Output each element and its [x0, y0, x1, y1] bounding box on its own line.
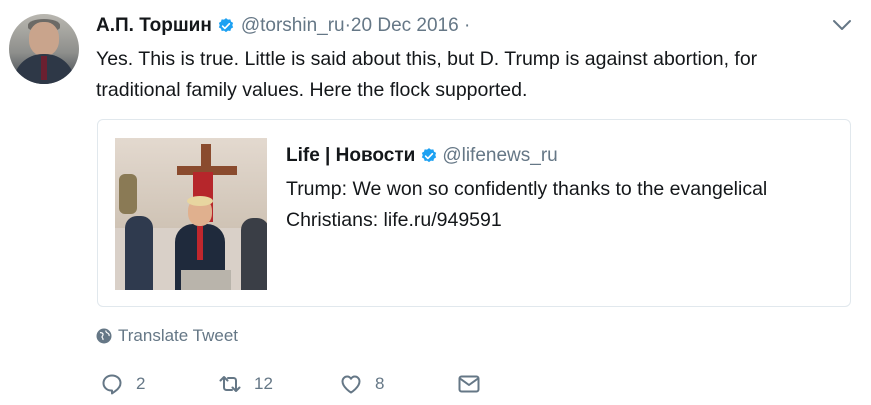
like-button[interactable]: 8 [339, 372, 384, 396]
reply-button[interactable]: 2 [100, 372, 145, 396]
chevron-down-icon[interactable] [832, 18, 852, 32]
author-avatar[interactable] [9, 14, 79, 84]
direct-message-button[interactable] [457, 372, 493, 396]
envelope-icon [458, 375, 480, 393]
like-count: 8 [375, 374, 385, 393]
reply-count: 2 [136, 374, 146, 393]
quoted-author-handle: @lifenews_ru [442, 145, 558, 166]
heart-icon [341, 375, 361, 394]
tweet-text: Yes. This is true. Little is said about … [96, 48, 758, 101]
quoted-tweet-header: Life | Новости @lifenews_ru [286, 143, 558, 169]
globe-icon [96, 328, 112, 344]
retweet-button[interactable]: 12 [218, 372, 273, 396]
quoted-tweet-image [115, 138, 267, 290]
tweet-date[interactable]: ·20 Dec 2016 · [345, 15, 471, 37]
translate-tweet-link[interactable]: Translate Tweet [96, 325, 238, 347]
verified-badge-icon [422, 148, 437, 163]
tweet-header: А.П. Торшин @torshin_ru ·20 Dec 2016 · [96, 14, 470, 38]
reply-icon [102, 374, 122, 395]
quoted-tweet-text: Trump: We won so confidently thanks to t… [286, 178, 768, 231]
quoted-author-name: Life | Новости [286, 145, 416, 166]
quoted-tweet-card[interactable]: Life | Новости @lifenews_ru Trump: We wo… [97, 119, 851, 307]
retweet-count: 12 [254, 374, 273, 393]
retweet-icon [219, 376, 241, 392]
author-name[interactable]: А.П. Торшин [96, 15, 212, 37]
verified-badge-icon [218, 18, 233, 33]
translate-label[interactable]: Translate Tweet [118, 326, 238, 346]
tweet-actions: 2 12 8 [96, 372, 496, 396]
author-handle[interactable]: @torshin_ru [241, 15, 345, 37]
